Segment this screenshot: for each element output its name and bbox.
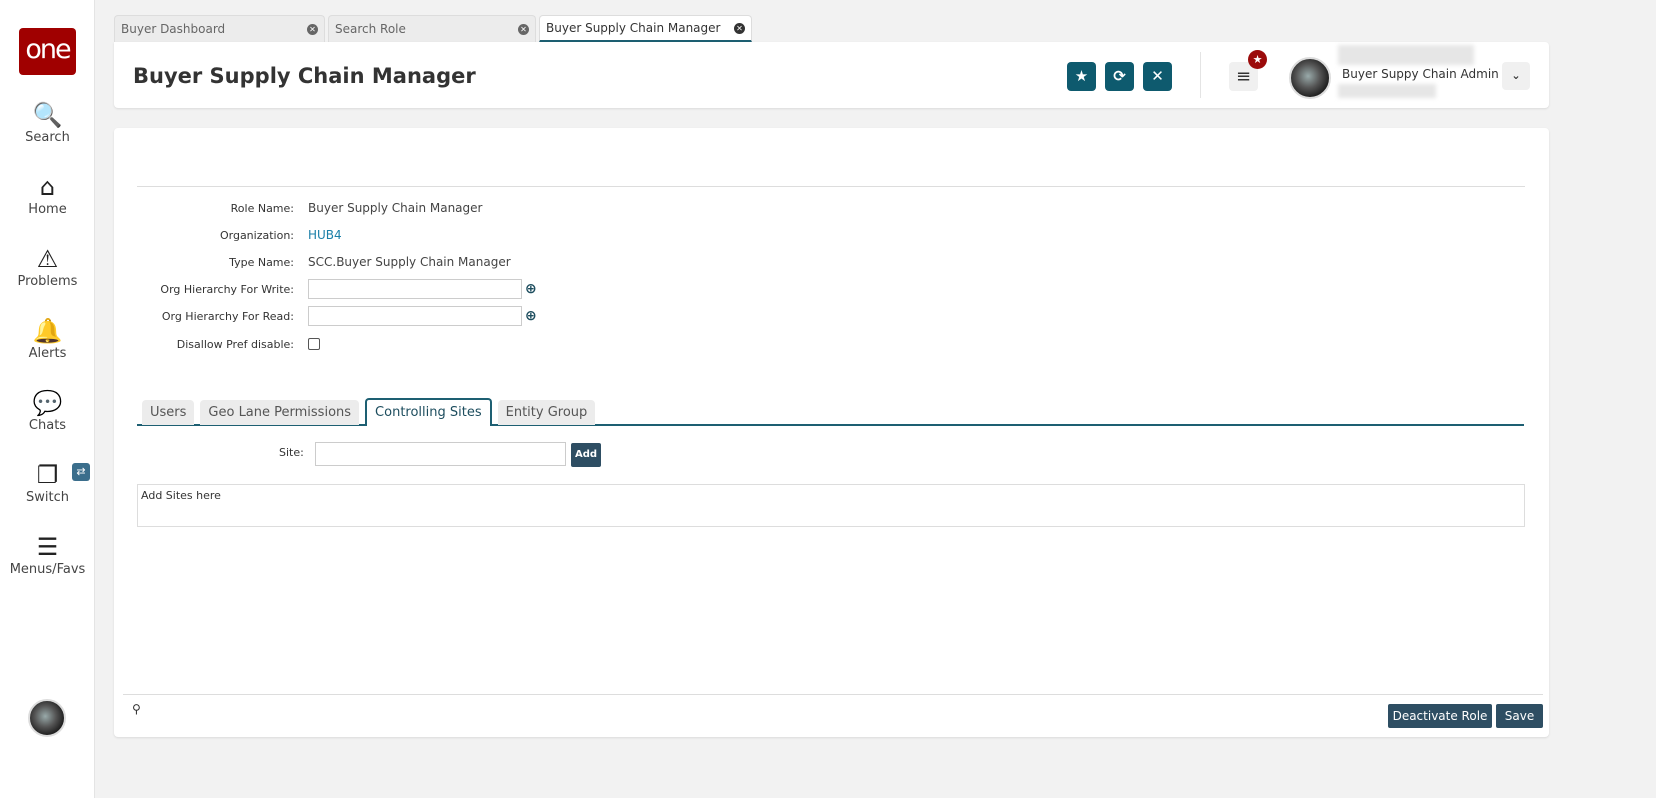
nav-chats[interactable]: 💬 Chats [0,388,95,433]
menu-icon: ☰ [36,533,59,561]
tab-label: Search Role [335,22,406,36]
nav-label: Alerts [28,346,67,361]
close-tab-icon[interactable]: ✕ [734,22,745,34]
blurred-text [1338,45,1474,65]
add-site-button[interactable]: Add [571,443,601,467]
org-hierarchy-read-input[interactable] [308,306,522,326]
search-icon: 🔍 [32,101,63,129]
user-name: Buyer Suppy Chain Admin [1342,67,1499,81]
nav-label: Menus/Favs [9,562,86,577]
home-icon: ⌂ [39,173,56,201]
page-header: Buyer Supply Chain Manager ★ ⟳ ✕ ≡ ★ Buy… [114,42,1549,108]
page-title: Buyer Supply Chain Manager [133,64,476,88]
label: Type Name: [229,255,294,269]
divider [1200,52,1201,98]
subtab-users[interactable]: Users [142,400,195,425]
zoom-search-icon[interactable]: ⊕ [525,308,537,324]
site-input[interactable] [315,442,566,466]
close-button[interactable]: ✕ [1143,62,1172,91]
divider [137,186,1525,187]
site-label: Site: [279,446,304,459]
sub-tabs: Users Geo Lane Permissions Controlling S… [137,398,1524,426]
tab-bar: Buyer Dashboard ✕ Search Role ✕ Buyer Supp… [114,15,752,42]
type-name-row: Type Name: SCC.Buyer Supply Chain Manager [114,252,511,272]
org-read-row: Org Hierarchy For Read: ⊕ [114,306,537,326]
label: Disallow Pref disable: [176,337,294,351]
nav-label: Problems [17,274,78,289]
label: Role Name: [230,201,294,215]
nav-alerts[interactable]: 🔔 Alerts [0,316,95,361]
favorite-button[interactable]: ★ [1067,62,1096,91]
nav-search[interactable]: 🔍 Search [0,100,95,145]
nav-label: Chats [28,418,67,433]
warning-icon: ⚠ [36,245,59,273]
type-name-value: SCC.Buyer Supply Chain Manager [308,255,511,269]
organization-link[interactable]: HUB4 [308,228,342,242]
tab-label: Buyer Dashboard [121,22,226,36]
label: Org Hierarchy For Write: [160,282,294,296]
divider [123,694,1543,695]
zoom-search-icon[interactable]: ⊕ [525,281,537,297]
deactivate-role-button[interactable]: Deactivate Role [1388,704,1492,728]
label: Org Hierarchy For Read: [161,309,294,323]
user-avatar[interactable] [28,699,66,737]
nav-menus[interactable]: ☰ Menus/Favs [0,532,95,577]
label: Organization: [219,228,294,242]
bell-icon: 🔔 [32,317,63,345]
user-dropdown-button[interactable]: ⌄ [1502,62,1530,90]
nav-label: Home [28,202,67,217]
org-hierarchy-write-input[interactable] [308,279,522,299]
disallow-row: Disallow Pref disable: [114,334,320,354]
org-write-row: Org Hierarchy For Write: ⊕ [114,279,537,299]
tab-buyer-dashboard[interactable]: Buyer Dashboard ✕ [114,15,325,42]
main-panel: Role Name: Buyer Supply Chain Manager Org… [114,128,1549,737]
organization-row: Organization: HUB4 [114,225,342,245]
blurred-text [1338,84,1436,98]
tab-search-role[interactable]: Search Role ✕ [328,15,536,42]
header-avatar[interactable] [1289,57,1331,99]
disallow-pref-checkbox[interactable] [308,338,320,350]
subtab-controlling-sites[interactable]: Controlling Sites [365,398,492,426]
logo[interactable]: one [19,28,76,75]
sites-list: Add Sites here [137,484,1525,527]
sites-placeholder: Add Sites here [141,489,221,502]
close-tab-icon[interactable]: ✕ [518,23,529,35]
chat-icon: 💬 [32,389,63,417]
save-button[interactable]: Save [1496,704,1543,728]
close-tab-icon[interactable]: ✕ [307,23,318,35]
nav-problems[interactable]: ⚠ Problems [0,244,95,289]
nav-label: Search [25,130,70,145]
role-name-value: Buyer Supply Chain Manager [308,201,483,215]
nav-label: Switch [26,490,69,505]
refresh-button[interactable]: ⟳ [1105,62,1134,91]
settings-tree-icon[interactable]: ⚲ [132,702,141,716]
notification-star-icon[interactable]: ★ [1248,50,1267,69]
tab-buyer-supply-chain-manager[interactable]: Buyer Supply Chain Manager ✕ [539,15,752,42]
sidebar: one 🔍 Search ⌂ Home ⚠ Problems 🔔 Alerts 💬 Cha… [0,0,95,798]
tab-label: Buyer Supply Chain Manager [546,21,721,35]
nav-home[interactable]: ⌂ Home [0,172,95,217]
switch-badge-icon: ⇄ [72,463,90,481]
subtab-geo-lane[interactable]: Geo Lane Permissions [200,400,360,425]
subtab-entity-group[interactable]: Entity Group [497,400,596,425]
role-name-row: Role Name: Buyer Supply Chain Manager [114,198,483,218]
